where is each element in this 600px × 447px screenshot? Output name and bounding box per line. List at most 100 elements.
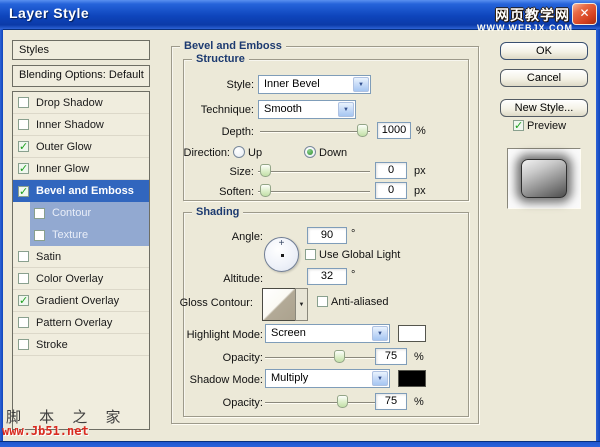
slider-thumb[interactable]	[334, 350, 345, 363]
chevron-down-icon[interactable]	[372, 371, 388, 386]
styles-header-box: Styles	[12, 40, 150, 60]
shading-title: Shading	[192, 206, 243, 218]
depth-value-field[interactable]: 1000	[377, 122, 411, 139]
size-label: Size:	[160, 166, 254, 178]
highlight-opacity-slider[interactable]	[265, 350, 375, 364]
sidebar-item-pattern-overlay[interactable]: Pattern Overlay	[13, 312, 149, 334]
chevron-down-icon[interactable]	[372, 326, 388, 341]
sidebar-item-bevel-and-emboss[interactable]: Bevel and Emboss	[13, 180, 149, 202]
sidebar-item-drop-shadow[interactable]: Drop Shadow	[13, 92, 149, 114]
checkbox[interactable]	[18, 119, 29, 130]
direction-up-label: Up	[248, 147, 272, 159]
shadow-opacity-value-field[interactable]: 75	[375, 393, 407, 410]
checkbox[interactable]	[18, 251, 29, 262]
checkbox[interactable]	[18, 97, 29, 108]
layer-style-dialog: Layer Style 网页教学网 ✕ WWW.WEBJX.COM Styles…	[0, 0, 600, 447]
highlight-color-swatch[interactable]	[398, 325, 426, 342]
sidebar-item-contour[interactable]: Contour	[30, 202, 149, 224]
altitude-value-field[interactable]: 32	[307, 268, 347, 285]
technique-dropdown[interactable]: Smooth	[258, 100, 356, 119]
preview-bevel-image	[521, 159, 567, 198]
window-title: Layer Style	[9, 5, 89, 21]
slider-thumb[interactable]	[337, 395, 348, 408]
sidebar-item-satin[interactable]: Satin	[13, 246, 149, 268]
checkbox[interactable]	[18, 163, 29, 174]
panel-title: Bevel and Emboss	[180, 40, 286, 52]
window-border-left	[0, 29, 3, 441]
chevron-down-icon[interactable]	[353, 77, 369, 92]
chevron-down-icon[interactable]	[338, 102, 354, 117]
depth-unit: %	[416, 125, 426, 137]
styles-header-label: Styles	[13, 41, 149, 56]
style-dropdown[interactable]: Inner Bevel	[258, 75, 371, 94]
depth-slider[interactable]	[260, 124, 370, 138]
checkbox[interactable]	[18, 339, 29, 350]
watermark-site-url: WWW.WEBJX.COM	[477, 23, 573, 33]
size-slider[interactable]	[258, 164, 370, 178]
direction-down-radio[interactable]	[304, 146, 316, 158]
checkbox[interactable]	[18, 295, 29, 306]
styles-list: Drop Shadow Inner Shadow Outer Glow Inne…	[12, 91, 150, 430]
checkbox[interactable]	[18, 273, 29, 284]
watermark-bottom-url: www.Jb51.net	[2, 424, 89, 438]
sidebar-item-inner-glow[interactable]: Inner Glow	[13, 158, 149, 180]
altitude-unit: °	[351, 269, 355, 281]
size-value-field[interactable]: 0	[375, 162, 407, 179]
slider-thumb[interactable]	[260, 184, 271, 197]
close-button[interactable]: ✕	[572, 3, 597, 25]
anti-aliased-checkbox[interactable]: Anti-aliased	[317, 296, 388, 308]
style-preview-thumbnail	[507, 148, 581, 209]
sidebar-item-texture[interactable]: Texture	[30, 224, 149, 246]
checkbox[interactable]	[18, 186, 29, 197]
soften-label: Soften:	[160, 186, 254, 198]
sidebar-item-color-overlay[interactable]: Color Overlay	[13, 268, 149, 290]
use-global-light-checkbox[interactable]: Use Global Light	[305, 249, 400, 261]
shadow-mode-dropdown[interactable]: Multiply	[265, 369, 390, 388]
checkbox[interactable]	[34, 208, 45, 219]
window-border-bottom	[0, 441, 600, 447]
watermark-site-name: 网页教学网	[495, 5, 570, 25]
angle-value-field[interactable]: 90	[307, 227, 347, 244]
gloss-contour-arrow[interactable]	[295, 288, 308, 321]
shadow-opacity-label: Opacity:	[170, 397, 263, 409]
shadow-opacity-unit: %	[414, 396, 424, 408]
gloss-contour-swatch[interactable]	[262, 288, 296, 321]
angle-dial[interactable]	[264, 237, 299, 272]
depth-label: Depth:	[160, 126, 254, 138]
soften-unit: px	[414, 185, 426, 197]
soften-value-field[interactable]: 0	[375, 182, 407, 199]
direction-label: Direction:	[140, 147, 230, 159]
highlight-opacity-label: Opacity:	[170, 352, 263, 364]
shadow-mode-label: Shadow Mode:	[170, 374, 263, 386]
slider-thumb[interactable]	[260, 164, 271, 177]
preview-checkbox[interactable]: Preview	[513, 120, 566, 132]
size-unit: px	[414, 165, 426, 177]
angle-label: Angle:	[170, 231, 263, 243]
style-label: Style:	[160, 79, 254, 91]
sidebar-item-stroke[interactable]: Stroke	[13, 334, 149, 356]
sidebar-item-gradient-overlay[interactable]: Gradient Overlay	[13, 290, 149, 312]
new-style-button[interactable]: New Style...	[500, 99, 588, 117]
highlight-mode-dropdown[interactable]: Screen	[265, 324, 390, 343]
ok-button[interactable]: OK	[500, 42, 588, 60]
highlight-opacity-unit: %	[414, 351, 424, 363]
gloss-contour-label: Gloss Contour:	[150, 297, 253, 309]
altitude-label: Altitude:	[170, 273, 263, 285]
direction-down-label: Down	[319, 147, 359, 159]
slider-thumb[interactable]	[357, 124, 368, 137]
soften-slider[interactable]	[258, 184, 370, 198]
highlight-opacity-value-field[interactable]: 75	[375, 348, 407, 365]
shadow-opacity-slider[interactable]	[265, 395, 375, 409]
shadow-color-swatch[interactable]	[398, 370, 426, 387]
checkbox[interactable]	[34, 230, 45, 241]
blending-options-item[interactable]: Blending Options: Default	[12, 65, 150, 87]
direction-up-radio[interactable]	[233, 146, 245, 158]
sidebar-item-inner-shadow[interactable]: Inner Shadow	[13, 114, 149, 136]
highlight-mode-label: Highlight Mode:	[170, 329, 263, 341]
checkbox[interactable]	[18, 141, 29, 152]
blending-options-label: Blending Options: Default	[13, 66, 149, 81]
sidebar-item-outer-glow[interactable]: Outer Glow	[13, 136, 149, 158]
checkbox[interactable]	[18, 317, 29, 328]
window-border-right	[596, 29, 600, 441]
cancel-button[interactable]: Cancel	[500, 69, 588, 87]
